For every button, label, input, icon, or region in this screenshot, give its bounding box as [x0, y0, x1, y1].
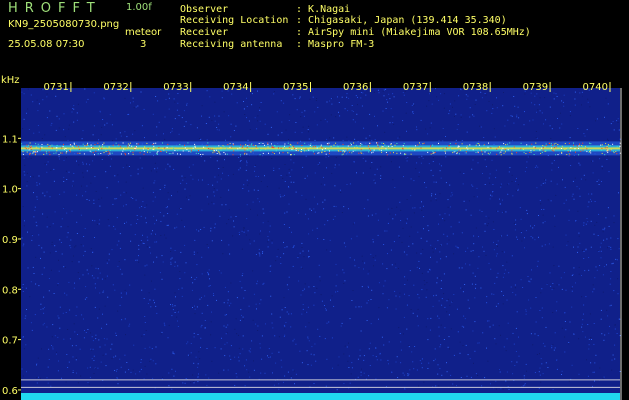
observer-name: K.Nagai [308, 4, 351, 15]
receiver-label: Receiver [180, 27, 229, 38]
datetime-label: 25.05.08 07:30 [8, 39, 85, 50]
antenna-value: : Maspro FM-3 [296, 39, 375, 50]
x-tick-label-5: 0736 [343, 82, 368, 93]
y-tick-label-3: 0.8 [2, 285, 18, 296]
x-tick-label-1: 0732 [103, 82, 128, 93]
observer-value: : K.Nagai [296, 4, 351, 15]
location-label: Receiving Location [180, 15, 289, 26]
spectrum-background [21, 88, 620, 400]
antenna-text: Maspro FM-3 [308, 39, 375, 50]
carrier-line [21, 147, 620, 150]
spectrogram-chart: 1.1 1.0 0.9 0.8 0.7 0.6 kHz 0731 0732 0733 0734 073… [0, 74, 629, 400]
x-tick-label-8: 0739 [523, 82, 548, 93]
y-axis-label: kHz [1, 75, 20, 86]
y-tick-label-5: 0.6 [2, 386, 18, 397]
x-tick-label-6: 0737 [403, 82, 428, 93]
app-title: HROFFT [8, 1, 102, 16]
observer-label: Observer [180, 4, 229, 15]
location-text: Chigasaki, Japan (139.414 35.340) [308, 15, 507, 26]
x-tick-label-2: 0733 [163, 82, 188, 93]
meteor-count: 3 [140, 39, 147, 50]
x-tick-label-7: 0738 [463, 82, 488, 93]
x-tick-label-4: 0735 [283, 82, 308, 93]
y-tick-label-2: 0.9 [2, 235, 18, 246]
receiver-value: : AirSpy mini (Miakejima VOR 108.65MHz) [296, 27, 531, 38]
header-panel: HROFFT 1.00f KN9_2505080730.png meteor 2… [0, 0, 629, 74]
x-tick-label-3: 0734 [223, 82, 248, 93]
y-tick-label-0: 1.1 [2, 134, 18, 145]
spectrogram-svg: 1.1 1.0 0.9 0.8 0.7 0.6 kHz 0731 0732 0733 0734 073… [1, 75, 622, 400]
x-tick-label-0: 0731 [43, 82, 68, 93]
location-value: : Chigasaki, Japan (139.414 35.340) [296, 15, 507, 26]
receiver-text: AirSpy mini (Miakejima VOR 108.65MHz) [308, 27, 531, 38]
meteor-label: meteor [125, 27, 162, 38]
noise-floor-band [21, 393, 620, 400]
antenna-label: Receiving antenna [180, 39, 283, 50]
y-tick-label-1: 1.0 [2, 185, 18, 196]
filename-label: KN9_2505080730.png [8, 19, 120, 30]
x-tick-label-9: 0740 [583, 82, 608, 93]
y-tick-label-4: 0.7 [2, 336, 18, 347]
version-label: 1.00f [126, 2, 152, 13]
